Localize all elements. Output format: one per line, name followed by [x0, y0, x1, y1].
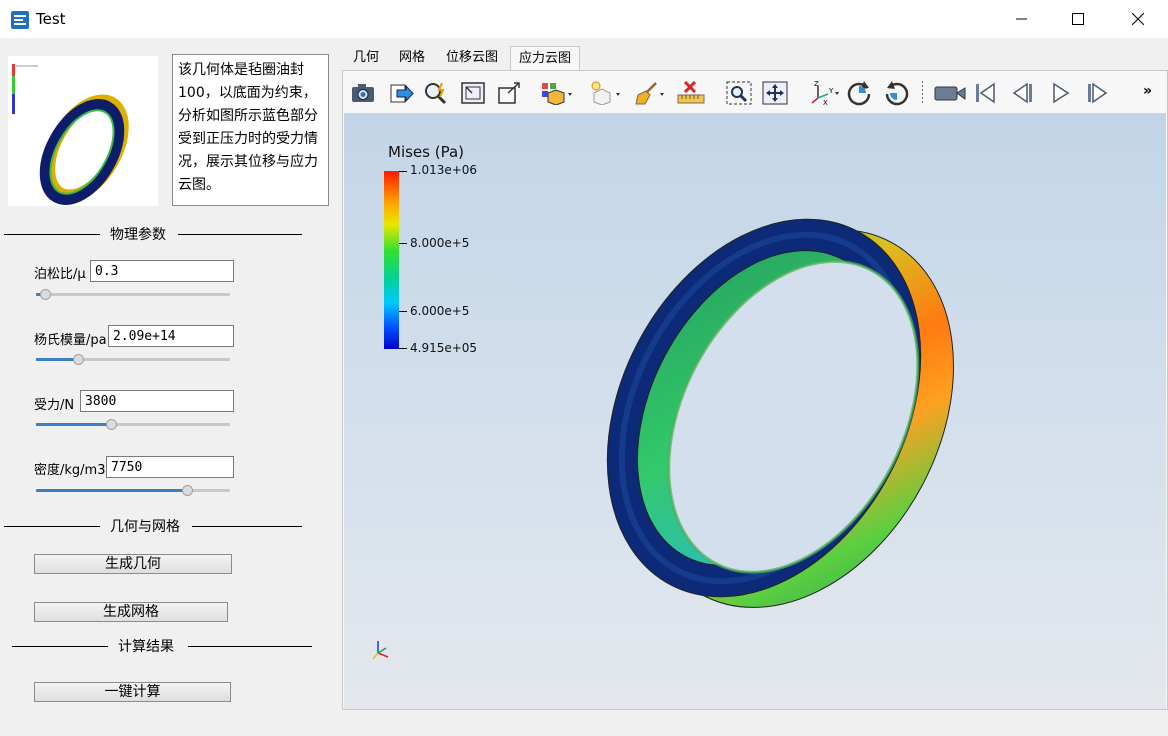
play-icon — [1053, 82, 1070, 104]
description-text: 该几何体是毡圈油封100，以底面为约束，分析如图所示蓝色部分受到正压力时的受力情… — [172, 54, 329, 206]
geometry-preview — [8, 56, 158, 206]
control-panel: 该几何体是毡圈油封100，以底面为约束，分析如图所示蓝色部分受到正压力时的受力情… — [0, 38, 342, 736]
record-button[interactable] — [933, 79, 967, 107]
section-title: 计算结果 — [118, 639, 174, 655]
poisson-slider[interactable] — [36, 288, 230, 302]
density-input[interactable] — [106, 456, 234, 478]
youngs-label: 杨氏模量/pa — [34, 333, 107, 348]
force-slider-fill — [36, 423, 111, 426]
view-box-button[interactable] — [495, 79, 523, 107]
app-icon — [11, 11, 29, 29]
axes-button[interactable]: Z YX — [805, 79, 841, 107]
youngs-slider-handle[interactable] — [73, 354, 84, 365]
export-icon — [390, 84, 414, 103]
force-input[interactable] — [80, 390, 234, 412]
rotate-ccw-icon — [885, 81, 909, 106]
render-viewport[interactable]: Mises (Pa) 1.013e+06 8.000e+5 6.000e+5 4… — [344, 113, 1166, 709]
last-frame-button[interactable] — [1083, 79, 1111, 107]
youngs-input[interactable] — [108, 325, 234, 347]
section-title: 几何与网格 — [110, 519, 180, 535]
view-box-icon — [498, 82, 520, 104]
maximize-icon — [1072, 13, 1084, 25]
close-icon — [1132, 13, 1144, 25]
tab-displacement[interactable]: 位移云图 — [438, 46, 506, 70]
pick-button[interactable] — [423, 79, 451, 107]
clean-button[interactable] — [631, 79, 667, 107]
first-frame-icon — [976, 82, 995, 104]
poisson-input[interactable] — [90, 260, 234, 282]
poisson-slider-handle[interactable] — [40, 289, 51, 300]
record-icon — [934, 86, 966, 101]
section-physics: 物理参数 — [4, 224, 302, 244]
rotate-cw-icon — [847, 81, 871, 106]
viewer-toolbar: Z YX » — [343, 71, 1167, 113]
compute-button[interactable]: 一键计算 — [34, 682, 231, 702]
youngs-slider-fill — [36, 358, 78, 361]
density-slider[interactable] — [36, 484, 230, 498]
poisson-label: 泊松比/μ — [34, 267, 86, 282]
ruler-button[interactable] — [675, 79, 711, 107]
broom-icon — [635, 82, 664, 105]
rotate-ccw-button[interactable] — [883, 79, 911, 107]
density-slider-fill — [36, 489, 187, 492]
density-slider-handle[interactable] — [182, 485, 193, 496]
minimize-button[interactable] — [994, 0, 1050, 38]
force-slider[interactable] — [36, 418, 230, 432]
zoom-box-button[interactable] — [725, 79, 753, 107]
pan-icon — [762, 81, 788, 105]
last-frame-icon — [1088, 82, 1108, 104]
first-frame-button[interactable] — [971, 79, 999, 107]
tab-stress[interactable]: 应力云图 — [510, 46, 580, 70]
toolbar-overflow-button[interactable]: » — [1143, 83, 1152, 99]
generate-geometry-button[interactable]: 生成几何 — [34, 554, 232, 574]
orientation-axes-icon — [372, 641, 389, 660]
prev-frame-icon — [1012, 82, 1032, 104]
screenshot-button[interactable] — [349, 79, 377, 107]
section-results: 计算结果 — [12, 636, 312, 656]
view-fit-button[interactable] — [459, 79, 487, 107]
svg-text:Y: Y — [828, 87, 834, 95]
ruler-icon — [677, 81, 705, 104]
toolbar-separator — [922, 81, 923, 105]
minimize-icon — [1016, 18, 1027, 20]
section-geometry-mesh: 几何与网格 — [4, 516, 302, 536]
maximize-button[interactable] — [1050, 0, 1106, 38]
close-button[interactable] — [1110, 0, 1166, 38]
generate-mesh-button[interactable]: 生成网格 — [34, 602, 228, 622]
svg-text:X: X — [823, 99, 828, 106]
layers-button[interactable] — [539, 79, 575, 107]
density-label: 密度/kg/m3 — [34, 463, 106, 478]
pick-icon — [425, 82, 447, 105]
tab-mesh[interactable]: 网格 — [390, 46, 434, 70]
play-button[interactable] — [1047, 79, 1075, 107]
view-fit-icon — [461, 82, 485, 104]
window-title: Test — [36, 10, 66, 28]
material-button[interactable] — [587, 79, 623, 107]
camera-icon — [352, 84, 374, 102]
prev-frame-button[interactable] — [1009, 79, 1037, 107]
axes-icon: Z YX — [811, 80, 839, 106]
title-bar: Test — [0, 0, 1168, 38]
layers-icon — [542, 83, 572, 105]
preview-ring-image — [12, 64, 129, 205]
section-title: 物理参数 — [110, 227, 166, 243]
material-icon — [591, 81, 620, 105]
svg-text:Z: Z — [814, 80, 819, 88]
youngs-slider[interactable] — [36, 353, 230, 367]
zoom-box-icon — [726, 81, 752, 105]
tab-geometry[interactable]: 几何 — [344, 46, 388, 70]
rotate-cw-button[interactable] — [845, 79, 873, 107]
export-button[interactable] — [387, 79, 415, 107]
force-slider-handle[interactable] — [106, 419, 117, 430]
force-label: 受力/N — [34, 398, 75, 413]
pan-button[interactable] — [761, 79, 789, 107]
stress-ring-model — [606, 218, 954, 608]
